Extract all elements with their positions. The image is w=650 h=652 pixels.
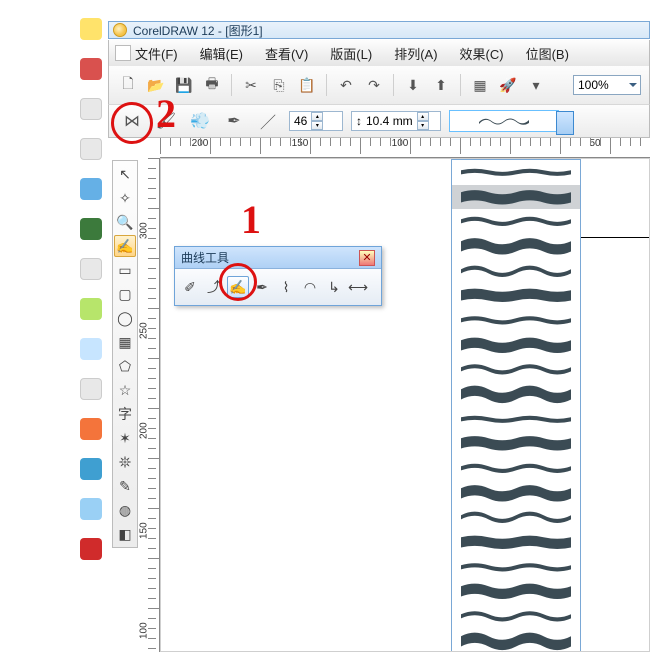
artistic-media-width-field[interactable]: ↕ 10.4 mm ▴▾ xyxy=(351,111,441,131)
standard-toolbar: 🗋 📂 💾 🖶 ✂ ⎘ 📋 ↶ ↷ ⬇ ⬆ ▦ 🚀 ▾ 100% xyxy=(108,66,650,104)
preset-stroke-item[interactable] xyxy=(452,579,580,604)
print-button[interactable]: 🖶 xyxy=(201,74,223,96)
text-tool[interactable]: 字 xyxy=(114,403,136,425)
preset-stroke-item[interactable] xyxy=(452,259,580,284)
zoom-level[interactable]: 100% xyxy=(573,75,641,95)
menu-file[interactable]: 文件(F) xyxy=(135,44,178,63)
preset-mode-button[interactable]: ⋈ xyxy=(119,109,145,133)
polygon-tool[interactable]: ⬠ xyxy=(114,355,136,377)
artistic-media-tool[interactable]: ✍ xyxy=(227,276,249,298)
width-stepper[interactable]: ▴▾ xyxy=(417,112,429,130)
interactive-connector-tool[interactable]: ↳ xyxy=(323,276,345,298)
bezier-tool[interactable]: ⤴ xyxy=(203,276,225,298)
dimension-tool[interactable]: ⟷ xyxy=(347,276,369,298)
window-title: CorelDRAW 12 - [图形1] xyxy=(133,22,263,39)
new-button[interactable]: 🗋 xyxy=(117,74,139,96)
preset-stroke-item[interactable] xyxy=(452,555,580,580)
preset-stroke-item[interactable] xyxy=(452,308,580,333)
import-button[interactable]: ⬇ xyxy=(402,74,424,96)
corel-online-button[interactable]: 🚀 xyxy=(497,74,519,96)
preset-stroke-item[interactable] xyxy=(452,481,580,506)
menu-bitmap[interactable]: 位图(B) xyxy=(526,44,569,63)
undo-button[interactable]: ↶ xyxy=(335,74,357,96)
cut-button[interactable]: ✂ xyxy=(240,74,262,96)
curve-tools-flyout: 曲线工具 ✕ ✐ ⤴ ✍ ✒ ⌇ ◠ ↳ ⟷ xyxy=(174,246,382,306)
fill-tool[interactable]: ◍ xyxy=(114,499,136,521)
system-menu-icon[interactable] xyxy=(115,45,131,61)
preset-stroke-item[interactable] xyxy=(452,604,580,629)
preset-stroke-item[interactable] xyxy=(452,456,580,481)
os-sidebar xyxy=(80,18,104,648)
brush-mode-button[interactable]: 🖌 xyxy=(153,109,179,133)
smart-drawing-tool[interactable]: ▭ xyxy=(114,259,136,281)
options-button[interactable]: ▾ xyxy=(525,74,547,96)
redo-button[interactable]: ↷ xyxy=(363,74,385,96)
calligraphic-mode-button[interactable]: ✒ xyxy=(221,109,247,133)
interactive-fill-tool[interactable]: ◧ xyxy=(114,523,136,545)
preset-stroke-item[interactable] xyxy=(452,283,580,308)
preset-stroke-item[interactable] xyxy=(452,530,580,555)
preset-stroke-item[interactable] xyxy=(452,382,580,407)
freehand-smoothing-field[interactable]: 46 ▴▾ xyxy=(289,111,343,131)
pressure-mode-button[interactable]: ／ xyxy=(255,109,281,133)
preset-stroke-item[interactable] xyxy=(452,209,580,234)
basic-shapes-tool[interactable]: ☆ xyxy=(114,379,136,401)
preset-stroke-item[interactable] xyxy=(452,234,580,259)
export-button[interactable]: ⬆ xyxy=(430,74,452,96)
preset-stroke-item[interactable] xyxy=(452,185,580,210)
preset-stroke-item[interactable] xyxy=(452,160,580,185)
menu-effects[interactable]: 效果(C) xyxy=(460,44,504,63)
preset-stroke-item[interactable] xyxy=(452,505,580,530)
paste-button[interactable]: 📋 xyxy=(296,74,318,96)
menu-bar[interactable]: 文件(F) 编辑(E) 查看(V) 版面(L) 排列(A) 效果(C) 位图(B… xyxy=(108,40,650,66)
preset-stroke-item[interactable] xyxy=(452,407,580,432)
flyout-close-button[interactable]: ✕ xyxy=(359,250,375,266)
preset-stroke-item[interactable] xyxy=(452,357,580,382)
shape-tool[interactable]: ✧ xyxy=(114,187,136,209)
flyout-title: 曲线工具 xyxy=(181,249,229,266)
menu-arrange[interactable]: 排列(A) xyxy=(394,44,437,63)
zoom-tool[interactable]: 🔍 xyxy=(114,211,136,233)
vertical-ruler: 300 250 200 150 100 xyxy=(142,158,160,652)
sprayer-mode-button[interactable]: 💨 xyxy=(187,109,213,133)
curve-flyout-tool[interactable]: ✍ xyxy=(114,235,136,257)
menu-edit[interactable]: 编辑(E) xyxy=(200,44,243,63)
freehand-tool[interactable]: ✐ xyxy=(179,276,201,298)
three-point-curve-tool[interactable]: ◠ xyxy=(299,276,321,298)
eyedropper-tool[interactable]: 𖤓 xyxy=(114,451,136,473)
width-icon: ↕ xyxy=(356,114,362,128)
ellipse-tool[interactable]: ◯ xyxy=(114,307,136,329)
menu-view[interactable]: 查看(V) xyxy=(265,44,308,63)
polyline-tool[interactable]: ⌇ xyxy=(275,276,297,298)
app-icon xyxy=(113,23,127,37)
toolbox: ↖ ✧ 🔍 ✍ ▭ ▢ ◯ ▦ ⬠ ☆ 字 ✶ 𖤓 ✎ ◍ ◧ xyxy=(112,160,138,548)
preset-stroke-item[interactable] xyxy=(452,629,580,652)
pen-tool[interactable]: ✒ xyxy=(251,276,273,298)
copy-button[interactable]: ⎘ xyxy=(268,74,290,96)
app-launcher-button[interactable]: ▦ xyxy=(469,74,491,96)
preset-stroke-dropdown[interactable] xyxy=(451,159,581,652)
outline-tool[interactable]: ✎ xyxy=(114,475,136,497)
save-button[interactable]: 💾 xyxy=(173,74,195,96)
preset-stroke-item[interactable] xyxy=(452,431,580,456)
menu-layout[interactable]: 版面(L) xyxy=(330,44,372,63)
property-bar: ⋈ 🖌 💨 ✒ ／ 46 ▴▾ ↕ 10.4 mm ▴▾ xyxy=(108,104,650,138)
horizontal-ruler: 200 150 100 50 xyxy=(160,138,650,158)
preset-stroke-selector[interactable] xyxy=(449,110,559,132)
interactive-blend-tool[interactable]: ✶ xyxy=(114,427,136,449)
window-titlebar: CorelDRAW 12 - [图形1] xyxy=(108,21,650,39)
preset-stroke-item[interactable] xyxy=(452,333,580,358)
graph-paper-tool[interactable]: ▦ xyxy=(114,331,136,353)
smoothing-stepper[interactable]: ▴▾ xyxy=(311,112,323,130)
rectangle-tool[interactable]: ▢ xyxy=(114,283,136,305)
drawing-canvas[interactable] xyxy=(160,158,650,652)
open-button[interactable]: 📂 xyxy=(145,74,167,96)
flyout-titlebar[interactable]: 曲线工具 ✕ xyxy=(175,247,381,269)
pick-tool[interactable]: ↖ xyxy=(114,163,136,185)
